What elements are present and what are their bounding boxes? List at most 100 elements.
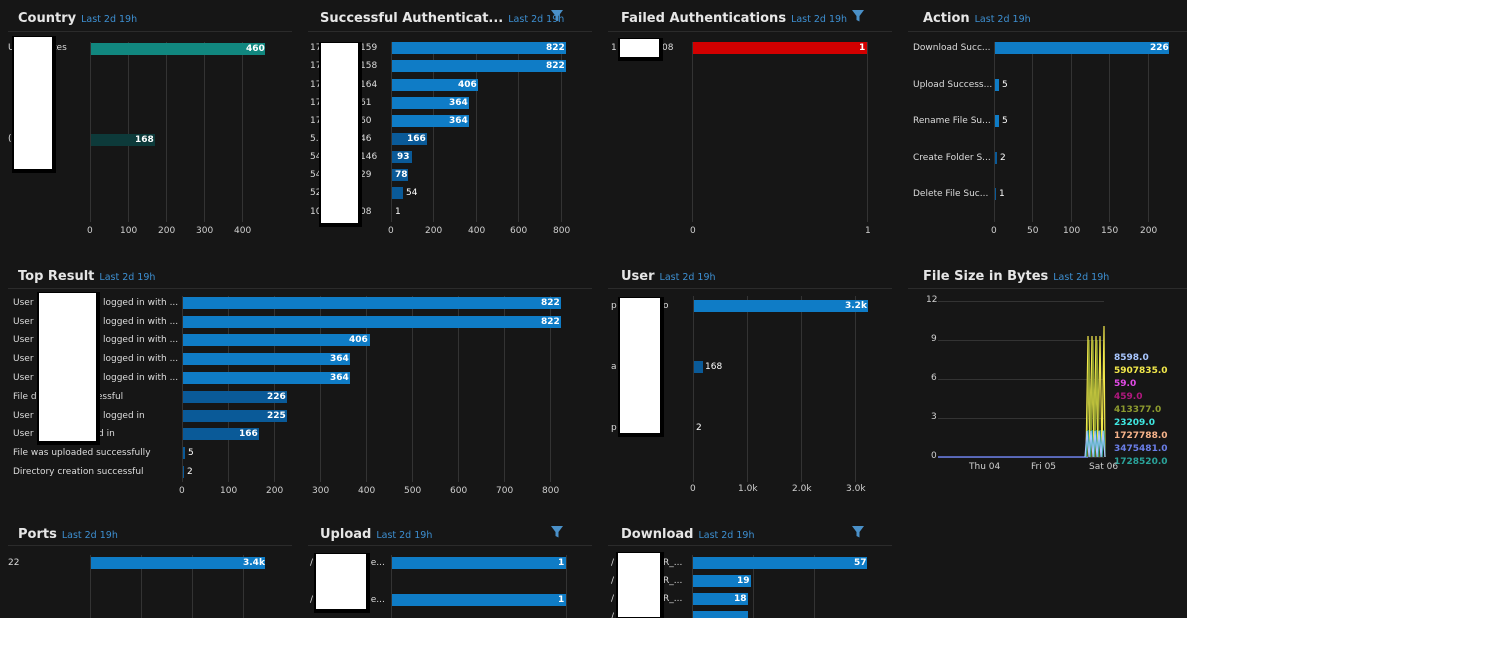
bar-label: 159 (360, 43, 378, 53)
bar[interactable] (995, 79, 999, 91)
redacted-block (319, 42, 362, 227)
bar-value: 406 (458, 80, 477, 90)
axis-tick: 3 (931, 412, 937, 422)
panel-title[interactable]: Download Last 2d 19h (621, 527, 754, 542)
bar-value: 78 (395, 170, 408, 180)
legend-item[interactable]: 5907835.0 (1114, 366, 1168, 376)
panel-title[interactable]: Action Last 2d 19h (923, 11, 1031, 26)
dashboard: CountryLast 2d 19h U tes ( 460 168 0 100… (0, 0, 1187, 618)
bar-label: / (611, 576, 615, 586)
gridline (1148, 42, 1149, 222)
panel-title-text: Download (621, 527, 694, 542)
filter-icon[interactable] (550, 9, 564, 23)
panel-title-text: Upload (320, 527, 372, 542)
bar[interactable] (693, 557, 867, 569)
bar[interactable] (392, 187, 403, 199)
filter-icon[interactable] (550, 525, 564, 539)
bar[interactable] (183, 297, 561, 309)
bar[interactable] (392, 60, 566, 72)
panel-divider (608, 545, 892, 546)
bar[interactable] (91, 43, 265, 55)
legend-item[interactable]: 1728520.0 (1114, 457, 1168, 467)
bar[interactable] (995, 115, 999, 127)
panel-title[interactable]: User Last 2d 19h (621, 269, 716, 284)
panel-title[interactable]: File Size in Bytes Last 2d 19h (923, 269, 1109, 284)
panel-title-text: Top Result (18, 269, 95, 284)
bar-label: 1 (611, 43, 617, 53)
gridline (242, 42, 243, 222)
bar-value: 3.2k (845, 301, 867, 311)
bar[interactable] (183, 316, 561, 328)
panel-title[interactable]: Top Result Last 2d 19h (18, 269, 155, 284)
time-range[interactable]: Last 2d 19h (99, 272, 155, 283)
bar-value: 822 (546, 61, 565, 71)
axis-tick: 800 (542, 486, 560, 496)
bar[interactable] (183, 466, 184, 478)
legend-item[interactable]: 413377.0 (1114, 405, 1161, 415)
time-range[interactable]: Last 2d 19h (81, 14, 137, 25)
axis-tick: 0 (87, 226, 93, 236)
bar-label: / (611, 558, 615, 568)
panel-title[interactable]: Country Last 2d 19h (18, 11, 137, 26)
bar-label: R_... (663, 558, 683, 568)
bar-label: Rename File Su... (913, 116, 991, 126)
panel-divider (8, 545, 292, 546)
panel-divider (908, 31, 1187, 32)
panel-divider (908, 288, 1187, 289)
bar[interactable] (183, 334, 370, 346)
bar[interactable] (995, 152, 997, 164)
bar-value: 1 (999, 189, 1005, 199)
bar[interactable] (183, 372, 350, 384)
bar[interactable] (183, 447, 185, 459)
time-range[interactable]: Last 2d 19h (62, 530, 118, 541)
time-range[interactable]: Last 2d 19h (376, 530, 432, 541)
time-range[interactable]: Last 2d 19h (975, 14, 1031, 25)
panel-title[interactable]: Upload Last 2d 19h (320, 527, 432, 542)
gridline (692, 42, 693, 222)
redacted-block (618, 38, 663, 61)
filter-icon[interactable] (851, 9, 865, 23)
gridline (801, 296, 802, 482)
bar-label: Delete File Suc... (913, 189, 989, 199)
bar[interactable] (392, 557, 566, 569)
panel-failed-authentications: Failed Authentications Last 2d 19h 1 08 1… (600, 0, 900, 255)
gridline (566, 555, 567, 618)
bar[interactable] (183, 353, 350, 365)
legend-item[interactable]: 8598.0 (1114, 353, 1149, 363)
panel-title[interactable]: Successful Authenticat... Last 2d 19h (320, 11, 564, 26)
bar[interactable] (694, 300, 868, 312)
redacted-block (618, 297, 664, 437)
redacted-block (314, 553, 370, 613)
legend-item[interactable]: 59.0 (1114, 379, 1136, 389)
legend-item[interactable]: 23209.0 (1114, 418, 1155, 428)
bar[interactable] (694, 361, 703, 373)
panel-title[interactable]: Ports Last 2d 19h (18, 527, 118, 542)
filter-icon[interactable] (851, 525, 865, 539)
bar-label: 158 (360, 61, 378, 71)
axis-tick: 0 (388, 226, 394, 236)
bar-value: 364 (330, 354, 349, 364)
bar[interactable] (91, 557, 265, 569)
time-range[interactable]: Last 2d 19h (698, 530, 754, 541)
panel-title[interactable]: Failed Authentications Last 2d 19h (621, 11, 847, 26)
bar[interactable] (995, 188, 996, 200)
time-range[interactable]: Last 2d 19h (791, 14, 847, 25)
panel-divider (608, 288, 892, 289)
legend-item[interactable]: 3475481.0 (1114, 444, 1168, 454)
bar[interactable] (995, 42, 1169, 54)
bar-value: 166 (407, 134, 426, 144)
bar[interactable] (392, 42, 566, 54)
axis-tick: 800 (553, 226, 571, 236)
bar[interactable] (693, 611, 748, 618)
line-chart[interactable] (938, 296, 1108, 466)
time-range[interactable]: Last 2d 19h (1053, 272, 1109, 283)
bar[interactable] (693, 42, 867, 54)
bar-label: R_... (663, 594, 683, 604)
bar-label: File d (13, 392, 37, 402)
time-range[interactable]: Last 2d 19h (660, 272, 716, 283)
legend-item[interactable]: 459.0 (1114, 392, 1142, 402)
legend-item[interactable]: 1727788.0 (1114, 431, 1168, 441)
bar[interactable] (392, 594, 566, 606)
bar-value: 3.4k (243, 558, 265, 568)
axis-tick: 50 (1027, 226, 1039, 236)
